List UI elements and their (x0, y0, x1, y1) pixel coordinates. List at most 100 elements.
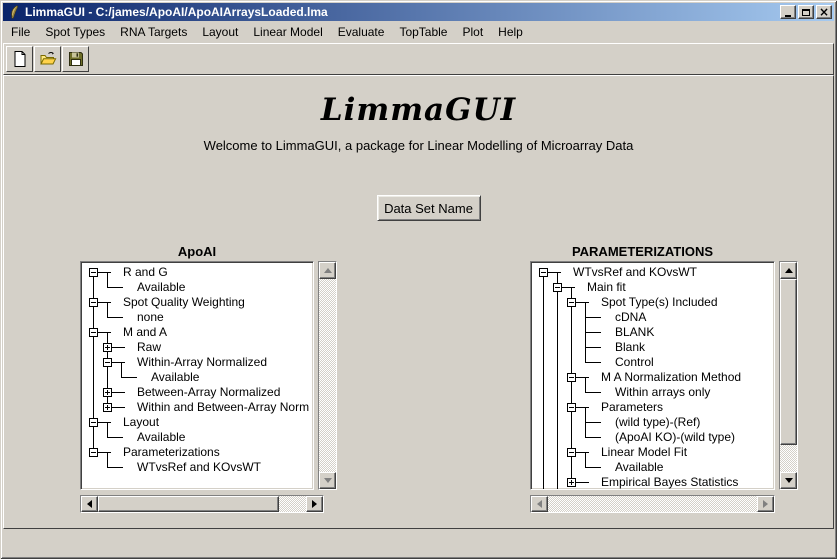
tree-expand-box[interactable] (103, 343, 112, 352)
scroll-up-button[interactable] (780, 262, 797, 279)
menu-item-plot[interactable]: Plot (456, 22, 489, 42)
scroll-left-button[interactable] (531, 496, 548, 512)
menu-item-help[interactable]: Help (492, 22, 529, 42)
maximize-button[interactable] (798, 5, 814, 19)
tree-line (585, 378, 586, 385)
tree-expand-box[interactable] (103, 388, 112, 397)
data-set-name-button[interactable]: Data Set Name (377, 195, 481, 221)
scroll-left-button[interactable] (81, 496, 98, 512)
tree-node-label[interactable]: Control (615, 355, 654, 370)
right-tree-horizontal-scrollbar[interactable] (530, 495, 775, 513)
tree-node-label[interactable]: BLANK (615, 325, 654, 340)
tree-line (93, 310, 94, 325)
tree-line (585, 392, 601, 393)
tree-collapse-box[interactable] (567, 298, 576, 307)
right-tree-vertical-scrollbar[interactable] (779, 261, 798, 490)
tree-node-label[interactable]: Raw (137, 340, 161, 355)
open-file-button[interactable] (34, 46, 61, 72)
tree-node-label[interactable]: Within and Between-Array Norm (137, 400, 309, 415)
tree-expand-box[interactable] (103, 403, 112, 412)
tree-collapse-box[interactable] (89, 328, 98, 337)
tree-node-label[interactable]: cDNA (615, 310, 646, 325)
tree-line (557, 445, 558, 460)
scroll-down-button[interactable] (319, 472, 336, 489)
tree-node-label[interactable]: Within-Array Normalized (137, 355, 267, 370)
tree-node-label[interactable]: M A Normalization Method (601, 370, 741, 385)
tree-node-label[interactable]: R and G (123, 265, 168, 280)
tree-node-label[interactable]: M and A (123, 325, 167, 340)
tree-node-label[interactable]: Layout (123, 415, 159, 430)
left-tree-horizontal-scrollbar[interactable] (80, 495, 324, 513)
tree-expand-box[interactable] (567, 478, 576, 487)
tree-line (557, 415, 558, 430)
tree-collapse-box[interactable] (567, 448, 576, 457)
tree-line (576, 302, 589, 303)
scroll-up-button[interactable] (319, 262, 336, 279)
new-file-icon (11, 50, 29, 68)
tree-node-label[interactable]: (ApoAI KO)-(wild type) (615, 430, 735, 445)
scroll-right-button[interactable] (757, 496, 774, 512)
menu-item-rna-targets[interactable]: RNA Targets (114, 22, 193, 42)
menu-item-linear-model[interactable]: Linear Model (247, 22, 328, 42)
tree-line (571, 385, 572, 400)
tree-collapse-box[interactable] (89, 448, 98, 457)
tree-node-label[interactable]: WTvsRef and KOvsWT (573, 265, 697, 280)
tree-node-label[interactable]: Main fit (587, 280, 626, 295)
minimize-button[interactable] (780, 5, 796, 19)
tree-line (107, 370, 108, 385)
tree-node-label[interactable]: Available (151, 370, 199, 385)
arrow-right-icon (312, 500, 317, 508)
tree-node-label[interactable]: (wild type)-(Ref) (615, 415, 700, 430)
tree-line (557, 295, 558, 310)
tree-line (585, 408, 586, 415)
tree-node-label[interactable]: Linear Model Fit (601, 445, 687, 460)
tree-collapse-box[interactable] (89, 418, 98, 427)
menu-item-layout[interactable]: Layout (196, 22, 244, 42)
scroll-right-button[interactable] (306, 496, 323, 512)
tree-collapse-box[interactable] (89, 298, 98, 307)
menu-item-toptable[interactable]: TopTable (393, 22, 453, 42)
tree-node-label[interactable]: none (137, 310, 164, 325)
new-file-button[interactable] (6, 46, 33, 72)
tree-node-label[interactable]: Spot Type(s) Included (601, 295, 718, 310)
scrollbar-thumb[interactable] (98, 496, 279, 512)
tree-collapse-box[interactable] (89, 268, 98, 277)
tree-collapse-box[interactable] (103, 358, 112, 367)
tree-line (107, 467, 123, 468)
scrollbar-thumb[interactable] (780, 279, 797, 445)
left-tree-vertical-scrollbar[interactable] (318, 261, 337, 490)
dataset-tree-panel: ApoAI R and GAvailableSpot Quality Weigh… (80, 244, 350, 514)
tree-line (585, 332, 601, 333)
tree-node-label[interactable]: WTvsRef and KOvsWT (137, 460, 261, 475)
minus-icon (569, 377, 574, 378)
menu-item-file[interactable]: File (5, 22, 36, 42)
tree-line (543, 475, 544, 490)
tree-line (543, 400, 544, 415)
tree-node-label[interactable]: Spot Quality Weighting (123, 295, 245, 310)
tree-collapse-box[interactable] (567, 403, 576, 412)
tree-node-label[interactable]: Available (137, 280, 185, 295)
close-button[interactable]: × (816, 5, 832, 19)
tree-line (585, 348, 586, 355)
tree-collapse-box[interactable] (567, 373, 576, 382)
arrow-right-icon (763, 500, 768, 508)
tree-node-label[interactable]: Parameterizations (123, 445, 220, 460)
tree-collapse-box[interactable] (553, 283, 562, 292)
tree-node-label[interactable]: Parameters (601, 400, 663, 415)
menu-item-spot-types[interactable]: Spot Types (39, 22, 111, 42)
tree-line (571, 430, 572, 445)
scroll-down-button[interactable] (780, 472, 797, 489)
tree-line (585, 347, 601, 348)
tree-node-label[interactable]: Between-Array Normalized (137, 385, 280, 400)
minus-icon (569, 452, 574, 453)
save-file-button[interactable] (62, 46, 89, 72)
dataset-tree: R and GAvailableSpot Quality Weightingno… (80, 261, 314, 490)
tree-node-label[interactable]: Blank (615, 340, 645, 355)
tree-node-label[interactable]: Within arrays only (615, 385, 710, 400)
menu-item-evaluate[interactable]: Evaluate (332, 22, 391, 42)
tree-collapse-box[interactable] (539, 268, 548, 277)
title-bar[interactable]: LimmaGUI - C:/james/ApoAI/ApoAIArraysLoa… (3, 3, 834, 21)
tree-node-label[interactable]: Available (615, 460, 663, 475)
tree-node-label[interactable]: Available (137, 430, 185, 445)
tree-node-label[interactable]: Empirical Bayes Statistics (601, 475, 738, 490)
